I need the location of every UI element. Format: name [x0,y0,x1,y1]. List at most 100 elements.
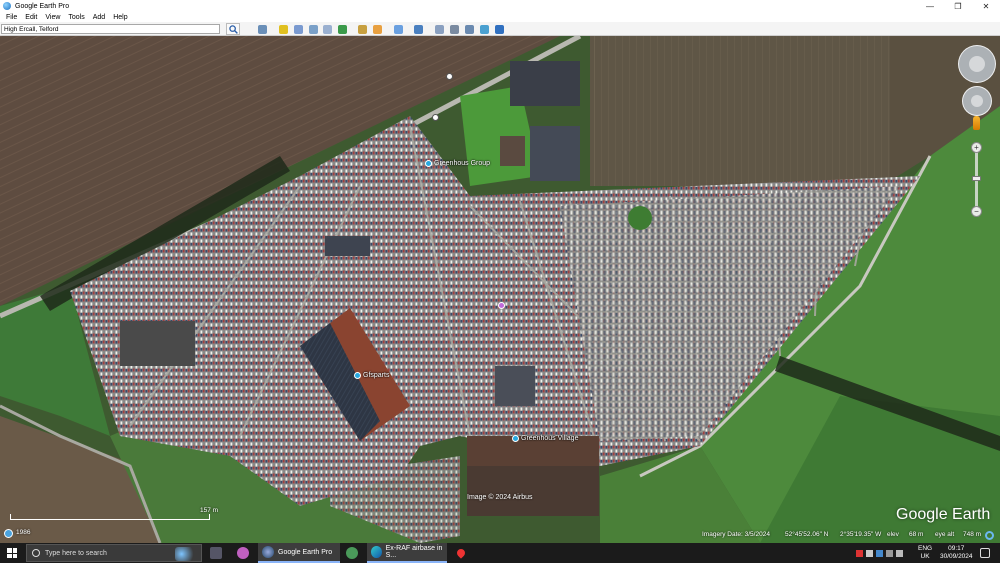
imagery-date: Imagery Date: 3/5/2024 [702,531,770,538]
sunlight-button[interactable] [371,23,383,35]
placemark-icon [278,24,288,34]
input-language[interactable]: ENG UK [918,545,932,561]
look-joystick[interactable] [958,45,996,83]
poi-pin-icon[interactable] [432,114,439,121]
ruler-icon [413,24,423,34]
eye-altitude: 748 m [963,531,982,538]
volume-icon[interactable] [886,549,893,557]
notification-center-icon[interactable] [980,548,990,558]
taskbar-app[interactable] [342,543,362,563]
taskbar-search[interactable]: Type here to search [26,544,202,562]
windows-start-button[interactable] [7,548,17,558]
place-pin-icon[interactable] [425,160,432,167]
menu-bar: File Edit View Tools Add Help [0,12,1000,22]
move-joystick-center[interactable] [971,95,983,107]
email-icon [434,24,444,34]
view-in-maps-button[interactable] [478,23,490,35]
network-icon[interactable] [896,549,903,557]
menu-file[interactable]: File [6,14,17,21]
system-clock[interactable]: 09:17 30/09/2024 [940,545,973,561]
zoom-in-button[interactable]: + [971,142,982,153]
window-controls: — ❐ ✕ [916,0,1000,12]
clock-date: 30/09/2024 [940,553,973,560]
tray-app-icon[interactable] [866,549,873,557]
historical-imagery-year: 1986 [16,529,31,536]
place-pin-icon[interactable] [512,435,519,442]
view-in-maps-icon [479,24,489,34]
save-image-icon [464,24,474,34]
street-view-pegman-icon[interactable] [973,116,980,130]
taskbar-google-earth[interactable]: Google Earth Pro [258,543,340,563]
music-icon [237,547,249,559]
tray-app-icon[interactable] [856,549,863,557]
taskbar-edge[interactable]: Ex-RAF airbase in S... [367,543,447,563]
menu-tools[interactable]: Tools [68,14,84,21]
print-icon [449,24,459,34]
clock-time: 09:17 [948,545,965,552]
place-label-greenhous-village[interactable]: Greenhous Village [521,435,578,442]
taskbar-music-app[interactable] [233,543,253,563]
record-tour-icon [337,24,347,34]
planets-button[interactable] [392,23,404,35]
search-icon [228,24,238,34]
scale-bar [10,514,210,520]
historical-imagery-button[interactable] [356,23,368,35]
email-button[interactable] [433,23,445,35]
window-title: Google Earth Pro [15,2,70,10]
record-tour-button[interactable] [336,23,348,35]
save-image-button[interactable] [463,23,475,35]
windows-taskbar: Type here to search Google Earth Pro Ex-… [0,543,1000,563]
taskbar-maps-app[interactable] [453,543,469,563]
earth-icon [494,24,504,34]
tray-app-icon[interactable] [876,549,883,557]
place-label-greenhous-group[interactable]: Greenhous Group [434,160,490,167]
earth-button[interactable] [493,23,505,35]
minimize-button[interactable]: — [916,0,944,12]
sidebar-icon [257,24,267,34]
search-button[interactable] [226,23,240,35]
taskbar-google-earth-label: Google Earth Pro [278,548,333,556]
maximize-button[interactable]: ❐ [944,0,972,12]
image-overlay-button[interactable] [321,23,333,35]
ruler-button[interactable] [412,23,424,35]
map-view[interactable]: Greenhous Group Gfsparts Greenhous Villa… [0,36,1000,543]
zoom-out-button[interactable]: − [971,206,982,217]
search-input[interactable] [1,24,220,34]
polygon-icon [293,24,303,34]
print-button[interactable] [448,23,460,35]
google-earth-app-icon [262,546,274,558]
place-label-gfsparts[interactable]: Gfsparts [363,372,389,379]
menu-edit[interactable]: Edit [25,14,37,21]
look-joystick-center[interactable] [969,56,985,72]
placemark-button[interactable] [277,23,289,35]
planets-icon [393,24,403,34]
elevation: 68 m [909,531,924,538]
sidebar-button[interactable] [256,23,268,35]
historical-imagery-icon [357,24,367,34]
poi-pin-icon[interactable] [498,302,505,309]
menu-help[interactable]: Help [113,14,127,21]
sunlight-icon [372,24,382,34]
streaming-progress-icon [985,531,994,540]
move-joystick[interactable] [962,86,992,116]
language-region: UK [920,553,930,560]
menu-add[interactable]: Add [93,14,105,21]
taskbar-search-placeholder: Type here to search [45,549,107,557]
task-view-button[interactable] [206,543,226,563]
latitude: 52°45'52.06" N [785,531,829,538]
poi-pin-icon[interactable] [446,73,453,80]
longitude: 2°35'19.35" W [840,531,882,538]
zoom-slider-thumb[interactable] [972,176,981,181]
toolbar [0,22,1000,36]
menu-view[interactable]: View [45,14,60,21]
place-pin-icon[interactable] [354,372,361,379]
map-pin-icon [455,547,467,559]
close-button[interactable]: ✕ [972,0,1000,12]
google-earth-window: Google Earth Pro — ❐ ✕ File Edit View To… [0,0,1000,563]
google-earth-app-icon [3,2,11,10]
path-button[interactable] [307,23,319,35]
title-bar: Google Earth Pro — ❐ ✕ [0,0,1000,12]
historical-imagery-icon[interactable] [4,529,13,538]
polygon-button[interactable] [292,23,304,35]
taskbar-edge-label: Ex-RAF airbase in S... [385,545,443,559]
